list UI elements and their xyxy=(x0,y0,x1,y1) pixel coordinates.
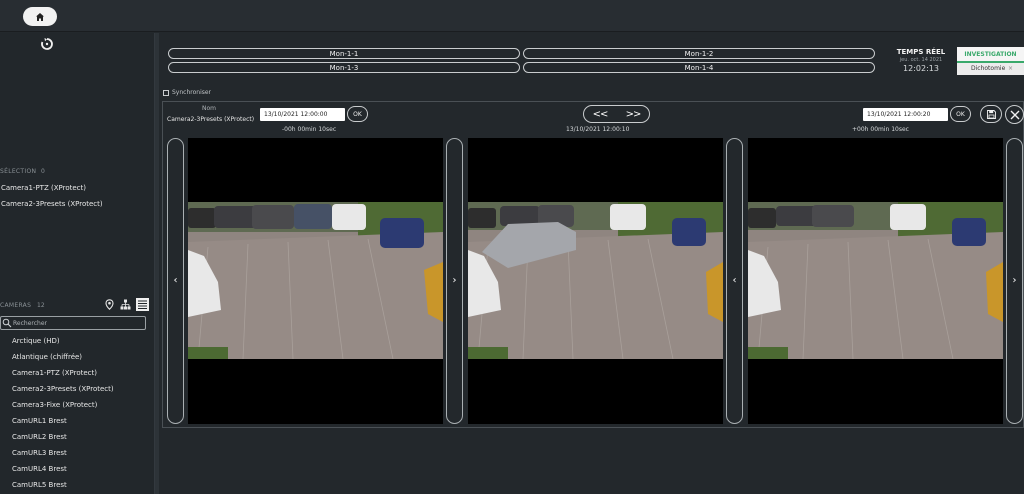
camera-list-item[interactable]: CamURL3 Brest xyxy=(12,449,67,457)
camera-list-item[interactable]: Camera3-Fixe (XProtect) xyxy=(12,401,97,409)
camera-frame-image xyxy=(188,202,443,359)
start-ok-button[interactable]: OK xyxy=(347,106,368,122)
step-controls: << >> xyxy=(583,105,650,123)
close-button[interactable] xyxy=(1005,105,1024,124)
next-handle[interactable]: › xyxy=(1006,138,1023,424)
step-forward-button[interactable]: >> xyxy=(620,107,646,121)
realtime-clock: 12:02:13 xyxy=(903,64,939,73)
search-icon xyxy=(2,318,12,328)
chevron-left-icon: ‹ xyxy=(732,275,737,286)
sync-checkbox[interactable] xyxy=(163,90,169,96)
chevron-right-icon: › xyxy=(1012,275,1017,286)
top-bar xyxy=(0,0,1024,32)
selection-item[interactable]: Camera2-3Presets (XProtect) xyxy=(1,200,103,208)
search-field[interactable] xyxy=(0,316,146,330)
monitor-button-1-4[interactable]: Mon-1-4 xyxy=(523,62,875,73)
video-frame-start[interactable] xyxy=(188,138,443,424)
sidebar-splitter[interactable] xyxy=(155,33,159,494)
center-time-label: 13/10/2021 12:00:10 xyxy=(566,126,630,133)
split-handle-left[interactable]: › xyxy=(446,138,463,424)
investigation-tab[interactable]: INVESTIGATION xyxy=(957,47,1024,63)
camera-list-item[interactable]: CamURL5 Brest xyxy=(12,481,67,489)
selection-label: SÉLECTION xyxy=(0,168,37,175)
monitor-button-1-3[interactable]: Mon-1-3 xyxy=(168,62,520,73)
monitor-button-1-2[interactable]: Mon-1-2 xyxy=(523,48,875,59)
start-date-input[interactable] xyxy=(260,108,345,121)
cameras-count: 12 xyxy=(37,302,45,309)
end-ok-button[interactable]: OK xyxy=(950,106,971,122)
list-icon[interactable] xyxy=(136,298,149,311)
cameras-label: CAMERAS xyxy=(0,302,32,309)
tree-icon[interactable] xyxy=(120,299,131,310)
camera-list-item[interactable]: CamURL4 Brest xyxy=(12,465,67,473)
step-back-button[interactable]: << xyxy=(587,107,613,121)
camera-frame-image xyxy=(748,202,1003,359)
offset-minus-label: -00h 00min 10sec xyxy=(282,126,337,133)
camera-list-item[interactable]: Camera1-PTZ (XProtect) xyxy=(12,369,97,377)
video-frame-middle[interactable] xyxy=(468,138,723,424)
selection-item[interactable]: Camera1-PTZ (XProtect) xyxy=(1,184,86,192)
camera-list-item[interactable]: CamURL2 Brest xyxy=(12,433,67,441)
home-icon xyxy=(36,12,44,21)
name-label: Nom xyxy=(202,105,217,112)
realtime-date: jeu. oct. 14 2021 xyxy=(899,57,943,63)
reset-icon[interactable] xyxy=(40,37,54,51)
home-button[interactable] xyxy=(23,7,57,26)
camera-list-item[interactable]: Atlantique (chiffrée) xyxy=(12,353,82,361)
chevron-left-icon: ‹ xyxy=(173,275,178,286)
monitor-button-1-1[interactable]: Mon-1-1 xyxy=(168,48,520,59)
end-date-input[interactable] xyxy=(863,108,948,121)
sync-label: Synchroniser xyxy=(172,89,212,96)
map-pin-icon[interactable] xyxy=(104,299,115,310)
dichotomie-tag[interactable]: Dichotomie xyxy=(971,65,1005,72)
tag-close-icon[interactable]: × xyxy=(1008,65,1013,72)
selection-count: 0 xyxy=(41,168,45,175)
prev-handle[interactable]: ‹ xyxy=(167,138,184,424)
camera-list-item[interactable]: CamURL1 Brest xyxy=(12,417,67,425)
save-button[interactable] xyxy=(980,105,1002,123)
realtime-title[interactable]: TEMPS RÉEL xyxy=(881,48,961,56)
split-handle-right[interactable]: ‹ xyxy=(726,138,743,424)
camera-frame-image xyxy=(468,202,723,359)
investigation-panel: INVESTIGATION Dichotomie × xyxy=(957,47,1024,75)
search-input[interactable] xyxy=(13,318,143,328)
close-icon xyxy=(1010,110,1019,119)
save-icon xyxy=(986,109,996,119)
camera-name: Camera2-3Presets (XProtect) xyxy=(167,116,255,123)
camera-list-item[interactable]: Camera2-3Presets (XProtect) xyxy=(12,385,114,393)
camera-list-item[interactable]: Arctique (HD) xyxy=(12,337,60,345)
chevron-right-icon: › xyxy=(452,275,457,286)
offset-plus-label: +00h 00min 10sec xyxy=(852,126,909,133)
video-frame-end[interactable] xyxy=(748,138,1003,424)
